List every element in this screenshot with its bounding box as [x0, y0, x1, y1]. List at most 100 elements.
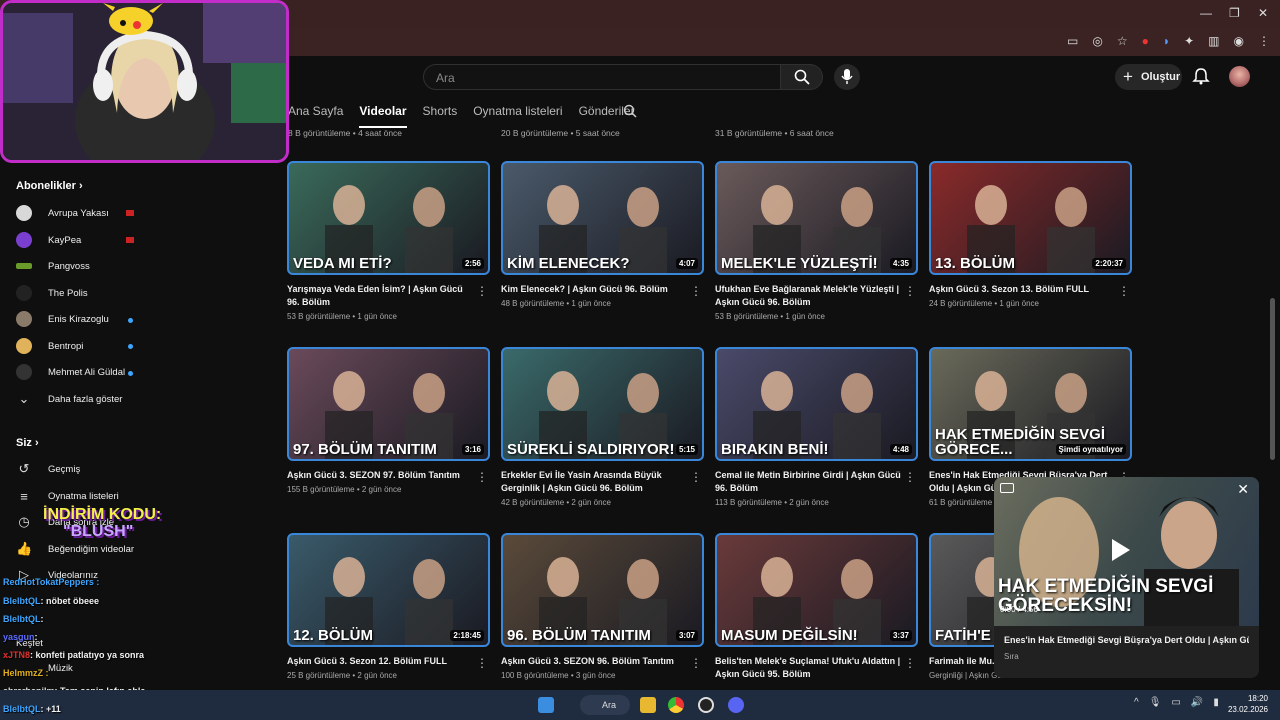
- more-options-icon[interactable]: ⋮: [1118, 285, 1130, 297]
- tab-videos[interactable]: Videolar: [359, 104, 407, 128]
- video-thumbnail[interactable]: BIRAKIN BENİ! 4:48: [715, 347, 918, 461]
- mini-player[interactable]: HAK ETMEDİĞİN SEVGİ GÖRECEKSİN! 0:00 / 4…: [994, 477, 1259, 678]
- video-thumbnail[interactable]: KİM ELENECEK? 4:07: [501, 161, 704, 275]
- video-thumbnail[interactable]: HAK ETMEDİĞİN SEVGİ GÖRECE... Şimdi oynat…: [929, 347, 1132, 461]
- video-thumbnail[interactable]: VEDA MI ETİ? 2:56: [287, 161, 490, 275]
- expand-icon[interactable]: [1000, 483, 1014, 493]
- sidebar-item-enis-kirazoglu[interactable]: Enis Kirazoglu: [16, 309, 109, 329]
- video-thumbnail[interactable]: 97. BÖLÜM TANITIM 3:16: [287, 347, 490, 461]
- maximize-icon[interactable]: ❐: [1229, 6, 1240, 20]
- video-card[interactable]: 12. BÖLÜM 2:18:45 Aşkın Gücü 3. Sezon 12. …: [287, 533, 490, 680]
- video-title[interactable]: Kim Elenecek? | Aşkın Gücü 96. Bölüm: [501, 283, 689, 296]
- obs-icon[interactable]: [698, 697, 714, 713]
- record-icon[interactable]: ●: [1142, 34, 1149, 48]
- more-options-icon[interactable]: ⋮: [690, 285, 702, 297]
- video-title[interactable]: Aşkın Gücü 3. Sezon 12. Bölüm FULL: [287, 655, 475, 668]
- cast-icon[interactable]: ▭: [1067, 34, 1078, 48]
- close-window-icon[interactable]: ✕: [1258, 6, 1268, 20]
- menu-icon[interactable]: ⋮: [1258, 34, 1270, 48]
- sidebar-item-playlists[interactable]: ≡ Oynatma listeleri: [16, 486, 119, 506]
- volume-icon[interactable]: 🔊: [1191, 697, 1203, 708]
- video-thumbnail[interactable]: 96. BÖLÜM TANITIM 3:07: [501, 533, 704, 647]
- more-options-icon[interactable]: ⋮: [690, 657, 702, 669]
- sidebar-item-music[interactable]: Müzik: [48, 658, 73, 678]
- more-options-icon[interactable]: ⋮: [476, 471, 488, 483]
- voice-search-button[interactable]: [834, 64, 860, 90]
- notifications-bell-icon[interactable]: [1192, 67, 1210, 85]
- sidebar-item-bentropi[interactable]: Bentropi: [16, 336, 83, 356]
- video-card[interactable]: KİM ELENECEK? 4:07 Kim Elenecek? | Aşkın G…: [501, 161, 704, 308]
- mic-tray-icon[interactable]: 🎙: [1149, 697, 1162, 708]
- battery-icon[interactable]: ▮: [1213, 697, 1219, 708]
- taskbar-search-label: Ara: [602, 700, 617, 710]
- subscriptions-header[interactable]: Abonelikler ›: [16, 180, 83, 192]
- more-options-icon[interactable]: ⋮: [476, 657, 488, 669]
- video-thumbnail[interactable]: 12. BÖLÜM 2:18:45: [287, 533, 490, 647]
- tab-home[interactable]: Ana Sayfa: [288, 104, 343, 128]
- sidebar-item-pangvoss[interactable]: Pangvoss: [16, 256, 90, 276]
- video-title[interactable]: Yarışmaya Veda Eden İsim? | Aşkın Gücü 9…: [287, 283, 475, 309]
- sidebar-item-avrupa-yakasi[interactable]: Avrupa Yakası: [16, 203, 109, 223]
- channel-search-icon[interactable]: [623, 104, 637, 118]
- puzzle-icon[interactable]: ✦: [1184, 34, 1194, 48]
- network-icon[interactable]: ▭: [1171, 697, 1180, 708]
- video-thumbnail[interactable]: MELEK'LE YÜZLEŞTİ! 4:35: [715, 161, 918, 275]
- video-card[interactable]: SÜREKLİ SALDIRIYOR! 5:15 Erkekler Evi İle …: [501, 347, 704, 507]
- mini-player-video[interactable]: HAK ETMEDİĞİN SEVGİ GÖRECEKSİN! 0:00 / 4…: [994, 477, 1259, 626]
- video-card[interactable]: 96. BÖLÜM TANITIM 3:07 Aşkın Gücü 3. SEZON…: [501, 533, 704, 680]
- video-title[interactable]: Erkekler Evi İle Yasin Arasında Büyük Ge…: [501, 469, 689, 495]
- you-header[interactable]: Siz ›: [16, 437, 39, 449]
- tab-playlists[interactable]: Oynatma listeleri: [473, 104, 562, 128]
- more-options-icon[interactable]: ⋮: [904, 285, 916, 297]
- play-icon[interactable]: [1112, 539, 1130, 561]
- search-input[interactable]: Ara: [423, 64, 781, 90]
- more-options-icon[interactable]: ⋮: [690, 471, 702, 483]
- extension-icon[interactable]: ◗: [1163, 34, 1170, 48]
- chrome-icon[interactable]: [668, 697, 684, 713]
- page-scrollbar[interactable]: [1270, 298, 1275, 460]
- close-icon[interactable]: ✕: [1237, 481, 1249, 498]
- chevron-up-icon[interactable]: ^: [1134, 697, 1139, 708]
- video-title[interactable]: Aşkın Gücü 3. Sezon 13. Bölüm FULL: [929, 283, 1117, 296]
- sidebar-item-kaypea[interactable]: KayPea: [16, 230, 81, 250]
- sidebar-show-more[interactable]: ⌄ Daha fazla göster: [16, 389, 123, 409]
- discord-icon[interactable]: [728, 697, 744, 713]
- sidebar-item-mehmet-ali-guldal[interactable]: Mehmet Ali Güldal: [16, 362, 125, 382]
- video-title[interactable]: Belis'ten Melek'e Suçlama! Ufuk'u Aldatt…: [715, 655, 903, 681]
- video-title[interactable]: Aşkın Gücü 3. SEZON 96. Bölüm Tanıtım: [501, 655, 689, 668]
- tab-shorts[interactable]: Shorts: [423, 104, 458, 128]
- sidebar-item-the-polis[interactable]: The Polis: [16, 283, 88, 303]
- thumbnail-caption: 96. BÖLÜM TANITIM: [507, 627, 651, 644]
- video-card[interactable]: VEDA MI ETİ? 2:56 Yarışmaya Veda Eden İsim…: [287, 161, 490, 321]
- bookmark-star-icon[interactable]: ☆: [1117, 34, 1128, 48]
- taskbar-search[interactable]: Ara: [580, 695, 630, 715]
- sidebar-item-history[interactable]: ↺ Geçmiş: [16, 459, 81, 479]
- mini-player-title[interactable]: Enes'in Hak Etmediği Sevgi Büşra'ya Dert…: [1004, 635, 1249, 645]
- video-title[interactable]: Aşkın Gücü 3. SEZON 97. Bölüm Tanıtım: [287, 469, 475, 482]
- profile-icon[interactable]: ◉: [1234, 34, 1244, 48]
- taskbar-clock[interactable]: 18:20 23.02.2026: [1228, 693, 1268, 715]
- minimize-icon[interactable]: —: [1200, 6, 1212, 20]
- video-thumbnail[interactable]: 13. BÖLÜM 2:20:37: [929, 161, 1132, 275]
- video-thumbnail[interactable]: SÜREKLİ SALDIRIYOR! 5:15: [501, 347, 704, 461]
- video-title[interactable]: Ufukhan Eve Bağlaranak Melek'le Yüzleşti…: [715, 283, 903, 309]
- more-options-icon[interactable]: ⋮: [904, 657, 916, 669]
- create-button[interactable]: + Oluştur: [1115, 64, 1182, 90]
- sidepanel-icon[interactable]: ▥: [1208, 34, 1219, 48]
- eye-off-icon[interactable]: ◎: [1092, 34, 1102, 48]
- windows-start-icon[interactable]: [538, 697, 554, 713]
- account-avatar[interactable]: [1229, 66, 1250, 87]
- file-explorer-icon[interactable]: [640, 697, 656, 713]
- sidebar-item-liked[interactable]: 👍 Beğendiğim videolar: [16, 539, 134, 559]
- more-options-icon[interactable]: ⋮: [476, 285, 488, 297]
- new-content-dot: [128, 344, 133, 349]
- more-options-icon[interactable]: ⋮: [904, 471, 916, 483]
- video-title[interactable]: Cemal ile Metin Birbirine Girdi | Aşkın …: [715, 469, 903, 495]
- video-card[interactable]: BIRAKIN BENİ! 4:48 Cemal ile Metin Birbiri…: [715, 347, 918, 507]
- video-card[interactable]: MELEK'LE YÜZLEŞTİ! 4:35 Ufukhan Eve Bağlar…: [715, 161, 918, 321]
- video-thumbnail[interactable]: MASUM DEĞİLSİN! 3:37: [715, 533, 918, 647]
- video-card[interactable]: 13. BÖLÜM 2:20:37 Aşkın Gücü 3. Sezon 13. …: [929, 161, 1132, 308]
- video-card[interactable]: MASUM DEĞİLSİN! 3:37 Belis'ten Melek'e Suç…: [715, 533, 918, 684]
- search-button[interactable]: [781, 64, 823, 90]
- video-card[interactable]: 97. BÖLÜM TANITIM 3:16 Aşkın Gücü 3. SEZON…: [287, 347, 490, 494]
